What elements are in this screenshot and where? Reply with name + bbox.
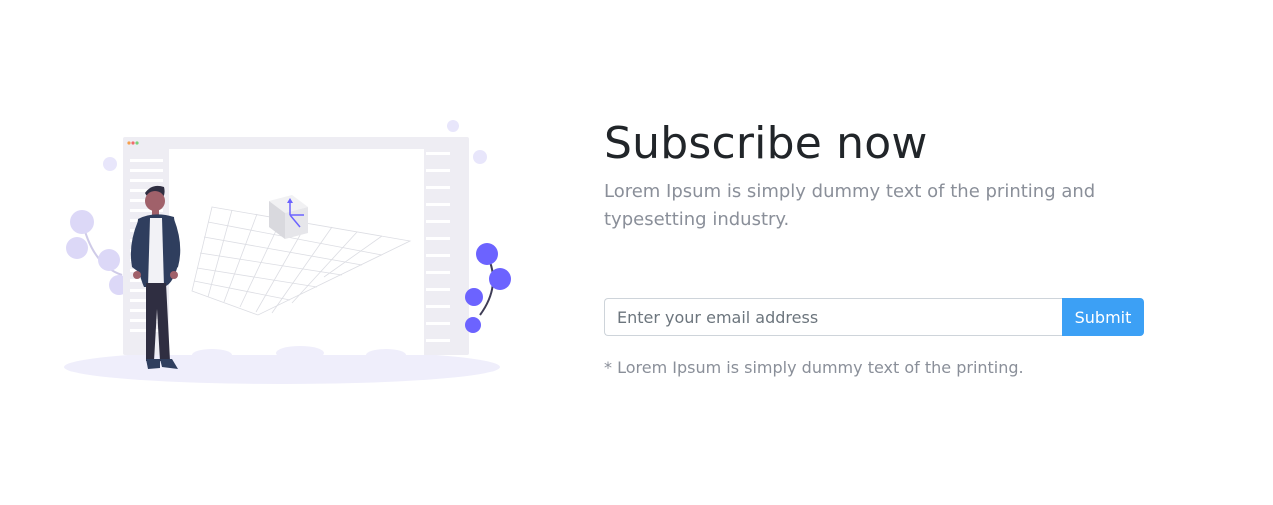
subscribe-note: * Lorem Ipsum is simply dummy text of th… xyxy=(604,358,1024,377)
decor-dot xyxy=(447,120,459,132)
left-plant-icon xyxy=(66,210,129,295)
page-title: Subscribe now xyxy=(604,118,928,169)
submit-button[interactable]: Submit xyxy=(1062,298,1144,336)
subscribe-section: Subscribe now Lorem Ipsum is simply dumm… xyxy=(604,118,1164,377)
subscribe-form: Submit xyxy=(604,298,1144,336)
right-plant-icon xyxy=(465,243,511,333)
subscribe-description: Lorem Ipsum is simply dummy text of the … xyxy=(604,181,1096,230)
hero-illustration xyxy=(62,115,522,390)
decor-dot xyxy=(473,150,487,164)
email-field[interactable] xyxy=(604,298,1062,336)
decor-dot xyxy=(103,157,117,171)
